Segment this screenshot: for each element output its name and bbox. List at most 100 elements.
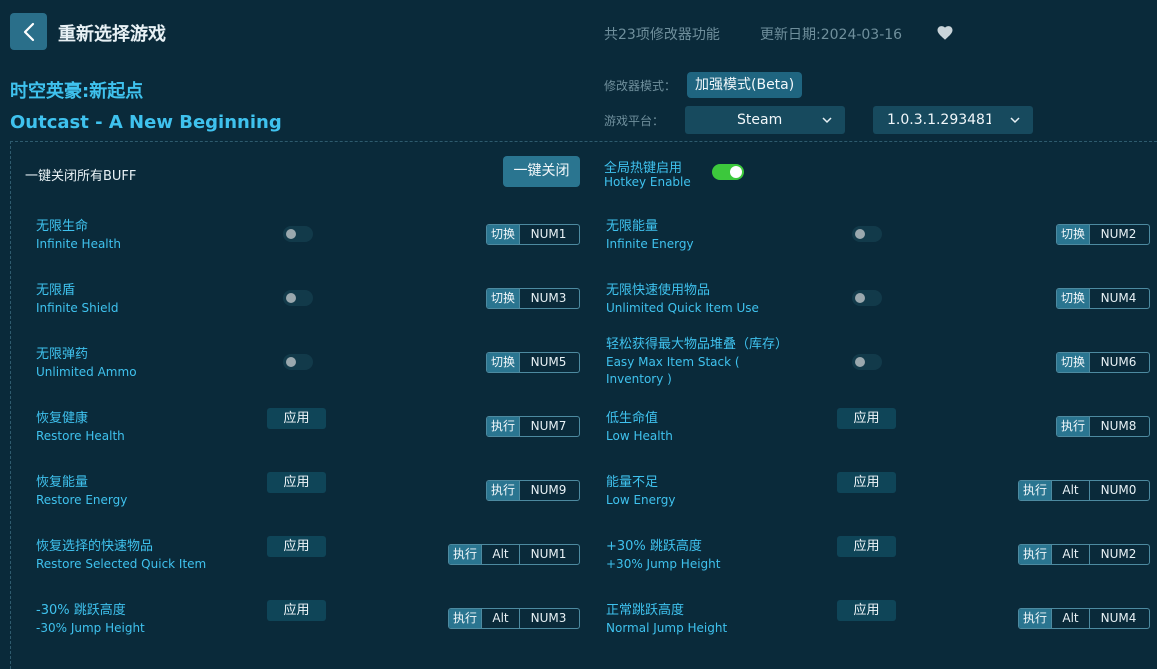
feature-name-cn: +30% 跳跃高度	[606, 539, 702, 554]
apply-button[interactable]: 应用	[837, 536, 896, 557]
hotkey-group[interactable]: 切换 NUM4	[1056, 288, 1150, 309]
hotkey-key: NUM4	[1089, 609, 1148, 628]
feature-name-en: Restore Health	[36, 429, 125, 443]
hotkey-key: NUM7	[519, 417, 578, 436]
hotkey-group[interactable]: 切换 NUM1	[486, 224, 580, 245]
platform-select[interactable]: Steam	[685, 106, 845, 134]
feature-toggle[interactable]	[283, 226, 313, 242]
mode-button[interactable]: 加强模式(Beta)	[687, 72, 803, 98]
hotkey-key: NUM3	[519, 609, 578, 628]
hotkey-group[interactable]: 执行 Alt NUM2	[1018, 544, 1150, 565]
hotkey-toggle[interactable]	[712, 164, 744, 180]
feature-name-en: -30% Jump Height	[36, 621, 145, 635]
hotkey-action-tag: 执行	[449, 545, 482, 564]
feature-name-en: Infinite Energy	[606, 237, 694, 251]
hotkey-label-cn: 全局热键启用	[604, 161, 683, 176]
feature-name-cn: 恢复能量	[36, 475, 89, 490]
apply-button[interactable]: 应用	[267, 536, 326, 557]
page-title: 重新选择游戏	[58, 24, 166, 45]
hotkey-group[interactable]: 切换 NUM5	[486, 352, 580, 373]
hotkey-group[interactable]: 执行 NUM7	[486, 416, 580, 437]
apply-button[interactable]: 应用	[837, 408, 896, 429]
hotkey-key: Alt	[1051, 545, 1090, 564]
feature-row: 恢复选择的快速物品 Restore Selected Quick Item	[36, 538, 256, 573]
toggle-knob	[855, 357, 865, 367]
hotkey-action-tag: 切换	[1057, 289, 1090, 308]
feature-row: 低生命值 Low Health	[606, 410, 826, 445]
hotkey-action-tag: 执行	[1057, 417, 1090, 436]
hotkey-label-en: Hotkey Enable	[604, 175, 691, 189]
hotkey-key: NUM4	[1089, 289, 1148, 308]
feature-name-cn: 无限能量	[606, 219, 659, 234]
feature-name-en: Restore Energy	[36, 493, 128, 507]
toggle-knob	[855, 229, 865, 239]
feature-name-en: Easy Max Item Stack ( Inventory )	[606, 355, 740, 386]
feature-name-cn: 正常跳跃高度	[606, 603, 685, 618]
feature-name-en: Infinite Shield	[36, 301, 119, 315]
feature-name-cn: 恢复选择的快速物品	[36, 539, 154, 554]
hotkey-group[interactable]: 切换 NUM2	[1056, 224, 1150, 245]
hotkey-group[interactable]: 执行 NUM8	[1056, 416, 1150, 437]
feature-toggle[interactable]	[852, 354, 882, 370]
toggle-knob	[286, 293, 296, 303]
chevron-down-icon	[1010, 117, 1020, 124]
feature-toggle[interactable]	[283, 290, 313, 306]
platform-label: 游戏平台：	[604, 114, 665, 128]
feature-row: 恢复能量 Restore Energy	[36, 474, 256, 509]
feature-toggle[interactable]	[852, 226, 882, 242]
feature-toggle[interactable]	[283, 354, 313, 370]
feature-count: 共23项修改器功能	[604, 27, 720, 43]
feature-name-cn: -30% 跳跃高度	[36, 603, 126, 618]
feature-name-en: Unlimited Quick Item Use	[606, 301, 759, 315]
hotkey-group[interactable]: 执行 Alt NUM4	[1018, 608, 1150, 629]
feature-name-en: Restore Selected Quick Item	[36, 557, 207, 571]
apply-button[interactable]: 应用	[267, 472, 326, 493]
mode-label: 修改器模式：	[604, 79, 677, 93]
favorite-button[interactable]	[936, 24, 954, 42]
hotkey-key: NUM8	[1089, 417, 1148, 436]
apply-button[interactable]: 应用	[267, 600, 326, 621]
hotkey-group[interactable]: 执行 NUM9	[486, 480, 580, 501]
hotkey-key: NUM6	[1089, 353, 1148, 372]
hotkey-group[interactable]: 切换 NUM6	[1056, 352, 1150, 373]
hotkey-key: NUM0	[1089, 481, 1148, 500]
feature-name-cn: 恢复健康	[36, 411, 89, 426]
hotkey-group[interactable]: 执行 Alt NUM1	[448, 544, 580, 565]
feature-row: 无限快速使用物品 Unlimited Quick Item Use	[606, 282, 826, 317]
feature-name-cn: 低生命值	[606, 411, 659, 426]
feature-name-cn: 无限生命	[36, 219, 89, 234]
hotkey-action-tag: 执行	[487, 417, 520, 436]
feature-name-cn: 无限盾	[36, 283, 76, 298]
chevron-down-icon	[822, 117, 832, 124]
feature-name-en: Infinite Health	[36, 237, 121, 251]
apply-button[interactable]: 应用	[267, 408, 326, 429]
feature-toggle[interactable]	[852, 290, 882, 306]
feature-name-cn: 能量不足	[606, 475, 659, 490]
hotkey-key: NUM1	[519, 225, 578, 244]
hotkey-group[interactable]: 切换 NUM3	[486, 288, 580, 309]
platform-value: Steam	[737, 112, 783, 128]
hotkey-key: Alt	[481, 609, 520, 628]
feature-name-en: Normal Jump Height	[606, 621, 728, 635]
feature-row: 无限生命 Infinite Health	[36, 218, 256, 253]
version-select[interactable]: 1.0.3.1.293481 64(	[873, 106, 1033, 134]
chevron-left-icon	[23, 22, 34, 41]
feature-name-en: Low Energy	[606, 493, 676, 507]
apply-button[interactable]: 应用	[837, 600, 896, 621]
hotkey-group[interactable]: 执行 Alt NUM0	[1018, 480, 1150, 501]
feature-row: 正常跳跃高度 Normal Jump Height	[606, 602, 826, 637]
hotkey-key: NUM2	[1089, 545, 1148, 564]
close-all-button[interactable]: 一键关闭	[503, 156, 580, 187]
hotkey-key: NUM9	[519, 481, 578, 500]
hotkey-action-tag: 执行	[1019, 481, 1052, 500]
apply-button[interactable]: 应用	[837, 472, 896, 493]
hotkey-key: Alt	[1051, 481, 1090, 500]
feature-row: 无限能量 Infinite Energy	[606, 218, 826, 253]
hotkey-key: NUM5	[519, 353, 578, 372]
hotkey-group[interactable]: 执行 Alt NUM3	[448, 608, 580, 629]
toggle-knob	[286, 357, 296, 367]
hotkey-key: NUM2	[1089, 225, 1148, 244]
heart-icon	[937, 26, 953, 40]
feature-name-en: Unlimited Ammo	[36, 365, 137, 379]
back-button[interactable]	[10, 13, 47, 50]
